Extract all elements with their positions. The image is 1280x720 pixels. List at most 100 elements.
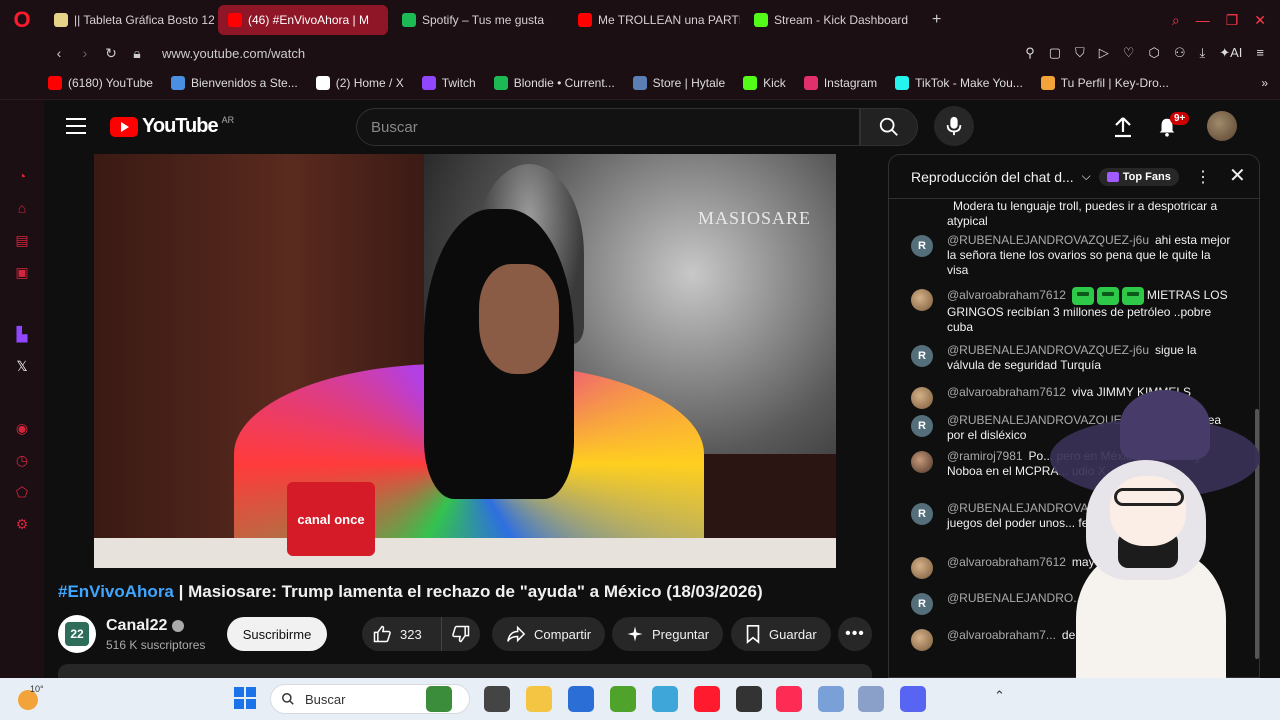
taskbar-obs-icon[interactable] <box>736 686 762 712</box>
chat-more-icon[interactable]: ⋮ <box>1195 167 1211 187</box>
create-button[interactable] <box>1110 114 1136 140</box>
minimize-icon[interactable]: — <box>1196 12 1210 29</box>
save-button[interactable]: Guardar <box>731 617 831 651</box>
music-icon[interactable]: ▣ <box>12 262 32 282</box>
chat-author-name[interactable]: @RUBENALEJANDROVAZQUEZ-j6u <box>947 233 1149 247</box>
chat-message[interactable]: Modera tu lenguaje troll, puedes ir a de… <box>911 199 1231 229</box>
chat-author-name[interactable]: @alvaroabraham7612 <box>947 288 1066 302</box>
chat-author-name[interactable]: @ramiroj7981 <box>947 449 1023 463</box>
chat-message[interactable]: @alvaroabraham7612 MIETRAS LOS GRINGOS re… <box>911 287 1231 335</box>
share-button[interactable]: Compartir <box>492 617 606 651</box>
player-icon[interactable]: ▷ <box>1099 45 1109 61</box>
forward-icon[interactable]: › <box>72 45 98 61</box>
chat-author-name[interactable]: @RUBENALEJANDROVAZQUE... <box>947 413 1132 427</box>
chat-author-avatar[interactable]: R <box>911 235 933 257</box>
tab-0[interactable]: || Tableta Gráfica Bosto 12 <box>44 5 214 35</box>
channel-name-link[interactable]: Canal22 <box>106 617 185 635</box>
weather-widget[interactable]: 10° <box>18 682 44 712</box>
ai-icon[interactable]: ✦AI <box>1219 45 1242 61</box>
heart-icon[interactable]: ♡ <box>1123 45 1135 61</box>
chat-author-avatar[interactable] <box>911 451 933 473</box>
bookmark-item[interactable]: Blondie • Current... <box>493 75 615 90</box>
channel-avatar[interactable]: 22 <box>58 615 96 653</box>
close-window-icon[interactable]: ✕ <box>1254 12 1266 29</box>
extensions-icon[interactable]: ⬡ <box>1148 45 1159 61</box>
ai-sidebar-icon[interactable]: ◔ <box>12 166 32 186</box>
taskbar-opera-icon[interactable] <box>694 686 720 712</box>
dislike-button[interactable] <box>442 617 480 651</box>
taskbar-app-steam-icon[interactable] <box>858 686 884 712</box>
bookmark-item[interactable]: Bienvenidos a Ste... <box>170 75 298 90</box>
chat-author-name[interactable]: @RUBENALEJANDROVAZQUEZ... <box>947 501 1139 515</box>
new-tab-button[interactable]: + <box>924 11 949 29</box>
chat-message[interactable]: R @RUBENALEJANDRO... obtener el pastel <box>911 591 1231 615</box>
search-button[interactable] <box>860 108 918 146</box>
chat-message[interactable]: R @RUBENALEJANDROVAZQUEZ-j6u ahi esta mejo… <box>911 233 1231 278</box>
history-icon[interactable]: ◷ <box>12 450 32 470</box>
tab-4[interactable]: Stream - Kick Dashboard <box>744 5 920 35</box>
taskbar-task-view-icon[interactable] <box>484 686 510 712</box>
more-actions-button[interactable]: ••• <box>838 617 872 651</box>
bookmark-item[interactable]: (6180) YouTube <box>48 75 153 90</box>
bookmark-item[interactable]: Tu Perfil | Key-Dro... <box>1040 75 1169 90</box>
taskbar-tiktok-live-icon[interactable] <box>776 686 802 712</box>
bookmark-item[interactable]: TikTok - Make You... <box>895 75 1023 90</box>
chevron-down-icon[interactable]: ⌵ <box>1082 169 1091 184</box>
shield-icon[interactable]: ⛉ <box>1075 45 1085 61</box>
settings-icon[interactable]: ⚙ <box>12 514 32 534</box>
chat-author-name[interactable]: @alvaroabraham7... <box>947 628 1056 642</box>
reload-icon[interactable]: ↻ <box>98 45 124 62</box>
chat-author-avatar[interactable] <box>911 387 933 409</box>
chat-author-name[interactable]: @alvaroabraham7612 <box>947 555 1066 569</box>
menu-hamburger-icon[interactable] <box>66 118 86 134</box>
ask-button[interactable]: Preguntar <box>612 617 724 651</box>
snapshot-icon[interactable]: ▢ <box>1049 45 1061 61</box>
title-hashtag-link[interactable]: #EnVivoAhora <box>58 582 174 601</box>
chat-message[interactable]: @ramiroj7981 Po... pero en México tenemo.… <box>911 449 1231 479</box>
opera-logo-icon[interactable]: O <box>0 0 44 40</box>
subscribe-button[interactable]: Suscribirme <box>227 617 327 651</box>
chat-author-avatar[interactable]: R <box>911 345 933 367</box>
chat-author-avatar[interactable] <box>911 289 933 311</box>
twitch-icon[interactable]: ▙ <box>12 324 32 344</box>
chat-author-avatar[interactable]: R <box>911 503 933 525</box>
youtube-logo[interactable]: YouTube AR <box>110 115 234 138</box>
bookmark-item[interactable]: Twitch <box>421 75 476 90</box>
chat-message-list[interactable]: Modera tu lenguaje troll, puedes ir a de… <box>889 199 1259 677</box>
video-player[interactable]: MASIOSARE canal once <box>94 154 836 568</box>
bookmarks-overflow-icon[interactable]: » <box>1261 76 1280 90</box>
messenger-icon[interactable]: ▤ <box>12 230 32 250</box>
x-icon[interactable]: 𝕏 <box>12 356 32 376</box>
search-input[interactable] <box>371 118 859 136</box>
pin-icon[interactable]: ⚲ <box>1025 45 1035 61</box>
top-fans-filter[interactable]: Top Fans <box>1098 167 1179 186</box>
url-field[interactable]: www.youtube.com/watch <box>162 46 305 61</box>
player-sidebar-icon[interactable]: ◉ <box>12 418 32 438</box>
taskbar-app-blue-icon[interactable] <box>818 686 844 712</box>
voice-search-button[interactable] <box>934 106 974 146</box>
bookmark-item[interactable]: Kick <box>743 75 786 90</box>
bookmark-item[interactable]: (2) Home / X <box>315 75 404 90</box>
account-avatar[interactable] <box>1207 111 1237 141</box>
search-tabs-icon[interactable]: ⌕ <box>1172 12 1180 29</box>
taskbar-store-icon[interactable] <box>568 686 594 712</box>
chat-author-avatar[interactable] <box>911 629 933 651</box>
chat-message[interactable]: @alvaroabraham7612 mayo zampada <box>911 555 1231 579</box>
bookmark-item[interactable]: Instagram <box>803 75 877 90</box>
chat-message[interactable]: R @RUBENALEJANDROVAZQUEZ... ...antan los j… <box>911 501 1231 531</box>
download-icon[interactable]: ⤓ <box>1199 45 1205 61</box>
chat-author-avatar[interactable]: R <box>911 593 933 615</box>
tab-3[interactable]: Me TROLLEAN una PARTI <box>568 5 740 35</box>
taskbar-discord-icon[interactable] <box>900 686 926 712</box>
back-icon[interactable]: ‹ <box>46 45 72 61</box>
windows-start-icon[interactable] <box>234 687 256 709</box>
taskbar-forest-icon[interactable] <box>426 686 452 712</box>
taskbar-file-explorer-icon[interactable] <box>526 686 552 712</box>
extensions-sidebar-icon[interactable]: ⬠ <box>12 482 32 502</box>
tab-2[interactable]: Spotify – Tus me gusta <box>392 5 564 35</box>
shopping-icon[interactable]: ⌂ <box>12 198 32 218</box>
like-button[interactable]: 323 <box>362 617 442 651</box>
chat-title[interactable]: Reproducción del chat d... <box>911 169 1074 185</box>
chat-message[interactable]: @alvaroabraham7612 viva JIMMY KIMMELS <box>911 385 1231 409</box>
taskbar-minecraft-icon[interactable] <box>610 686 636 712</box>
